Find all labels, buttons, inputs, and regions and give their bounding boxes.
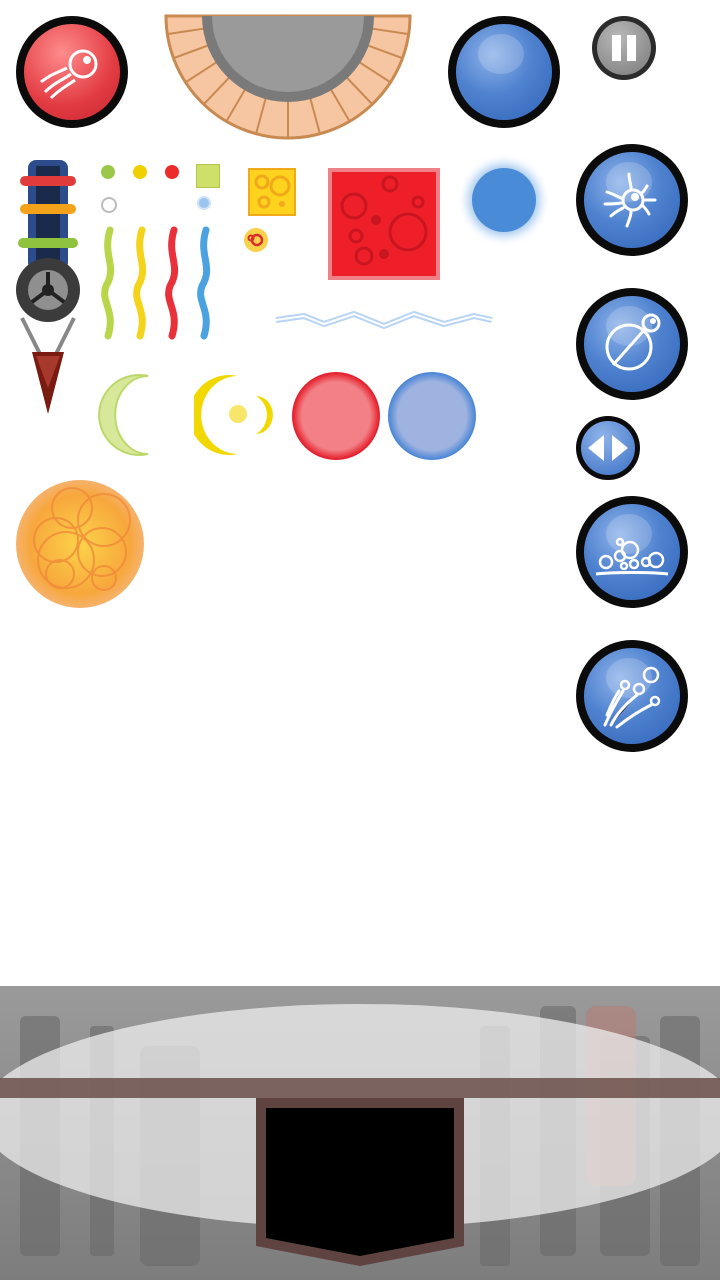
sunburst-eye-icon [584, 152, 680, 248]
red-bubble-block-icon [328, 168, 440, 280]
power-gauge [164, 14, 412, 142]
ammo-dot-blue [197, 196, 211, 210]
yellow-bubble-tile-icon [248, 168, 296, 216]
blue-bubble-icon [388, 372, 476, 460]
side-button-sun-burst[interactable] [576, 144, 688, 256]
ammo-dot-red [165, 165, 179, 179]
fire-button[interactable] [16, 16, 128, 128]
green-crescent-icon [98, 372, 158, 458]
charge-button[interactable] [448, 16, 560, 128]
panel-slot[interactable] [256, 1098, 464, 1266]
side-button-direction-toggle[interactable] [576, 416, 640, 480]
blue-glow-orb-icon [472, 168, 536, 232]
bottom-panel [0, 986, 720, 1280]
lightning-beam-icon [274, 306, 494, 336]
ammo-dot-green [101, 165, 115, 179]
red-coin-icon [244, 228, 268, 252]
ammo-dot-yellow [133, 165, 147, 179]
squiggle-projectiles [98, 226, 226, 342]
pause-icon [597, 21, 651, 75]
slashed-orb-icon [584, 296, 680, 392]
cannon-turret-icon [14, 158, 82, 418]
side-button-bubble-pile[interactable] [576, 496, 688, 608]
blue-orb-icon [456, 24, 552, 120]
comet-icon [24, 24, 120, 120]
scatter-shot-icon [584, 648, 680, 744]
explosion-icon [16, 480, 144, 608]
bubble-pile-icon [584, 504, 680, 600]
left-right-arrows-icon [581, 421, 635, 475]
yellow-swirl-icon [194, 372, 280, 458]
green-tile-icon [196, 164, 220, 188]
red-bubble-icon [292, 372, 380, 460]
side-button-slash-orb[interactable] [576, 288, 688, 400]
pause-button[interactable] [592, 16, 656, 80]
side-button-scatter-shot[interactable] [576, 640, 688, 752]
ammo-dot-white [101, 197, 117, 213]
